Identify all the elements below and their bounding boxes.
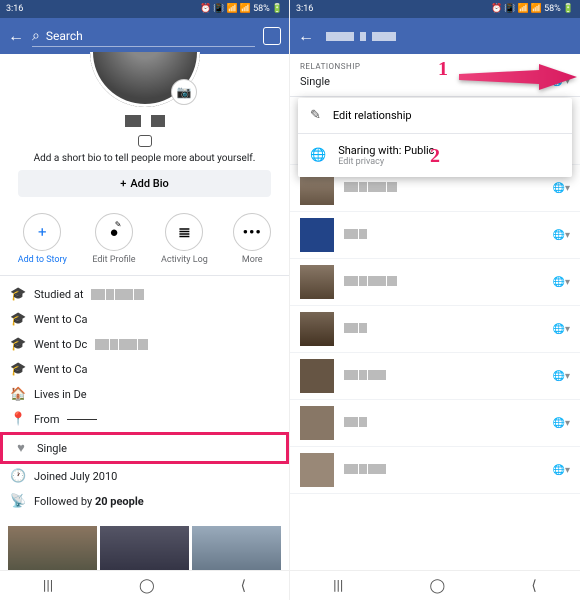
rss-icon: 📡 xyxy=(10,494,26,509)
friend-avatar xyxy=(300,406,334,440)
visibility-toggle[interactable]: 🌐▾ xyxy=(553,183,570,194)
visibility-toggle[interactable]: 🌐▾ xyxy=(553,418,570,429)
photo-thumbnail[interactable] xyxy=(192,526,281,572)
add-bio-button[interactable]: + Add Bio xyxy=(18,170,271,197)
info-school-3[interactable]: 🎓 Went to Ca xyxy=(10,357,279,382)
friend-avatar xyxy=(300,218,334,252)
friend-item[interactable]: 🌐▾ xyxy=(290,259,580,306)
annotation-2: 2 xyxy=(430,145,440,168)
more-button[interactable]: ••• More xyxy=(233,213,271,265)
visibility-toggle[interactable]: 🌐▾ xyxy=(553,277,570,288)
status-icons: ⏰📳📶📶58%🔋 xyxy=(200,4,283,14)
home-button[interactable]: ◯ xyxy=(430,578,446,594)
info-followed[interactable]: 📡 Followed by 20 people xyxy=(10,489,279,514)
friend-avatar xyxy=(300,359,334,393)
speech-icon xyxy=(138,135,152,147)
plus-icon: + xyxy=(38,223,47,241)
info-from[interactable]: 📍 From xyxy=(10,407,279,432)
back-icon[interactable]: ← xyxy=(8,26,24,46)
fb-header: ← ⌕ xyxy=(0,18,289,54)
visibility-toggle[interactable]: 🌐▾ xyxy=(553,324,570,335)
status-time: 3:16 xyxy=(296,4,313,14)
photo-thumbnail[interactable] xyxy=(100,526,189,572)
globe-icon: 🌐 xyxy=(310,148,326,163)
home-icon: 🏠 xyxy=(10,387,26,402)
friend-avatar xyxy=(300,265,334,299)
visibility-toggle[interactable]: 🌐▾ xyxy=(553,371,570,382)
back-icon[interactable]: ← xyxy=(298,26,314,46)
search-box[interactable]: ⌕ xyxy=(32,26,255,47)
info-school-1[interactable]: 🎓 Went to Ca xyxy=(10,307,279,332)
annotation-arrow xyxy=(459,62,579,97)
friend-item[interactable]: 🌐▾ xyxy=(290,306,580,353)
fb-header: ← xyxy=(290,18,580,54)
status-bar: 3:16 ⏰📳📶📶58%🔋 xyxy=(0,0,289,18)
profile-name xyxy=(10,115,279,127)
profile-section: 📷 Add a short bio to tell people more ab… xyxy=(0,52,289,197)
info-studied[interactable]: 🎓 Studied at xyxy=(10,282,279,307)
list-icon: ≣ xyxy=(178,223,191,241)
left-phone: 3:16 ⏰📳📶📶58%🔋 ← ⌕ 📷 Add a short bio to t… xyxy=(0,0,290,600)
pencil-icon: ✎ xyxy=(310,108,321,123)
education-icon: 🎓 xyxy=(10,312,26,327)
info-lives[interactable]: 🏠 Lives in De xyxy=(10,382,279,407)
back-button[interactable]: ⟨ xyxy=(531,578,536,594)
plus-icon: + xyxy=(120,177,126,190)
visibility-toggle[interactable]: 🌐▾ xyxy=(553,230,570,241)
info-school-2[interactable]: 🎓 Went to Dc xyxy=(10,332,279,357)
page-title xyxy=(326,32,396,41)
visibility-toggle[interactable]: 🌐▾ xyxy=(553,465,570,476)
friend-avatar xyxy=(300,312,334,346)
heart-icon: ♥ xyxy=(13,440,29,456)
friend-item[interactable]: 🌐▾ xyxy=(290,353,580,400)
search-input[interactable] xyxy=(46,29,255,43)
clock-icon: 🕐 xyxy=(10,469,26,484)
education-icon: 🎓 xyxy=(10,362,26,377)
education-icon: 🎓 xyxy=(10,287,26,302)
relationship-highlight: ♥ Single xyxy=(0,432,289,464)
home-button[interactable]: ◯ xyxy=(139,578,155,594)
friend-item[interactable]: 🌐▾ xyxy=(290,212,580,259)
edit-relationship-option[interactable]: ✎ Edit relationship xyxy=(298,98,572,134)
photo-thumbnail[interactable] xyxy=(8,526,97,572)
info-list: 🎓 Studied at 🎓 Went to Ca 🎓 Went to Dc 🎓… xyxy=(0,276,289,520)
status-bar: 3:16 ⏰📳📶📶58%🔋 xyxy=(290,0,580,18)
add-to-story-button[interactable]: + Add to Story xyxy=(18,213,67,265)
recents-button[interactable]: ||| xyxy=(333,578,343,594)
location-icon: 📍 xyxy=(10,412,26,427)
android-nav: ||| ◯ ⟨ xyxy=(0,570,289,600)
action-row: + Add to Story ●✎ Edit Profile ≣ Activit… xyxy=(0,203,289,276)
friend-item[interactable]: 🌐▾ xyxy=(290,447,580,494)
annotation-1: 1 xyxy=(438,58,448,81)
activity-log-button[interactable]: ≣ Activity Log xyxy=(161,213,208,265)
edit-profile-button[interactable]: ●✎ Edit Profile xyxy=(92,213,135,265)
camera-icon: 📷 xyxy=(177,85,192,99)
bio-prompt-text: Add a short bio to tell people more abou… xyxy=(10,153,279,164)
camera-button[interactable]: 📷 xyxy=(171,79,197,105)
status-time: 3:16 xyxy=(6,4,23,14)
friend-avatar xyxy=(300,453,334,487)
dots-icon: ••• xyxy=(243,223,262,241)
friend-item[interactable]: 🌐▾ xyxy=(290,400,580,447)
back-button[interactable]: ⟨ xyxy=(241,578,246,594)
qr-icon[interactable] xyxy=(263,27,281,45)
recents-button[interactable]: ||| xyxy=(43,578,53,594)
status-icons: ⏰📳📶📶58%🔋 xyxy=(491,4,574,14)
info-joined[interactable]: 🕐 Joined July 2010 xyxy=(10,464,279,489)
person-edit-icon: ●✎ xyxy=(109,223,118,241)
search-icon: ⌕ xyxy=(32,28,40,44)
android-nav: ||| ◯ ⟨ xyxy=(290,570,580,600)
info-relationship[interactable]: ♥ Single xyxy=(13,439,276,457)
education-icon: 🎓 xyxy=(10,337,26,352)
